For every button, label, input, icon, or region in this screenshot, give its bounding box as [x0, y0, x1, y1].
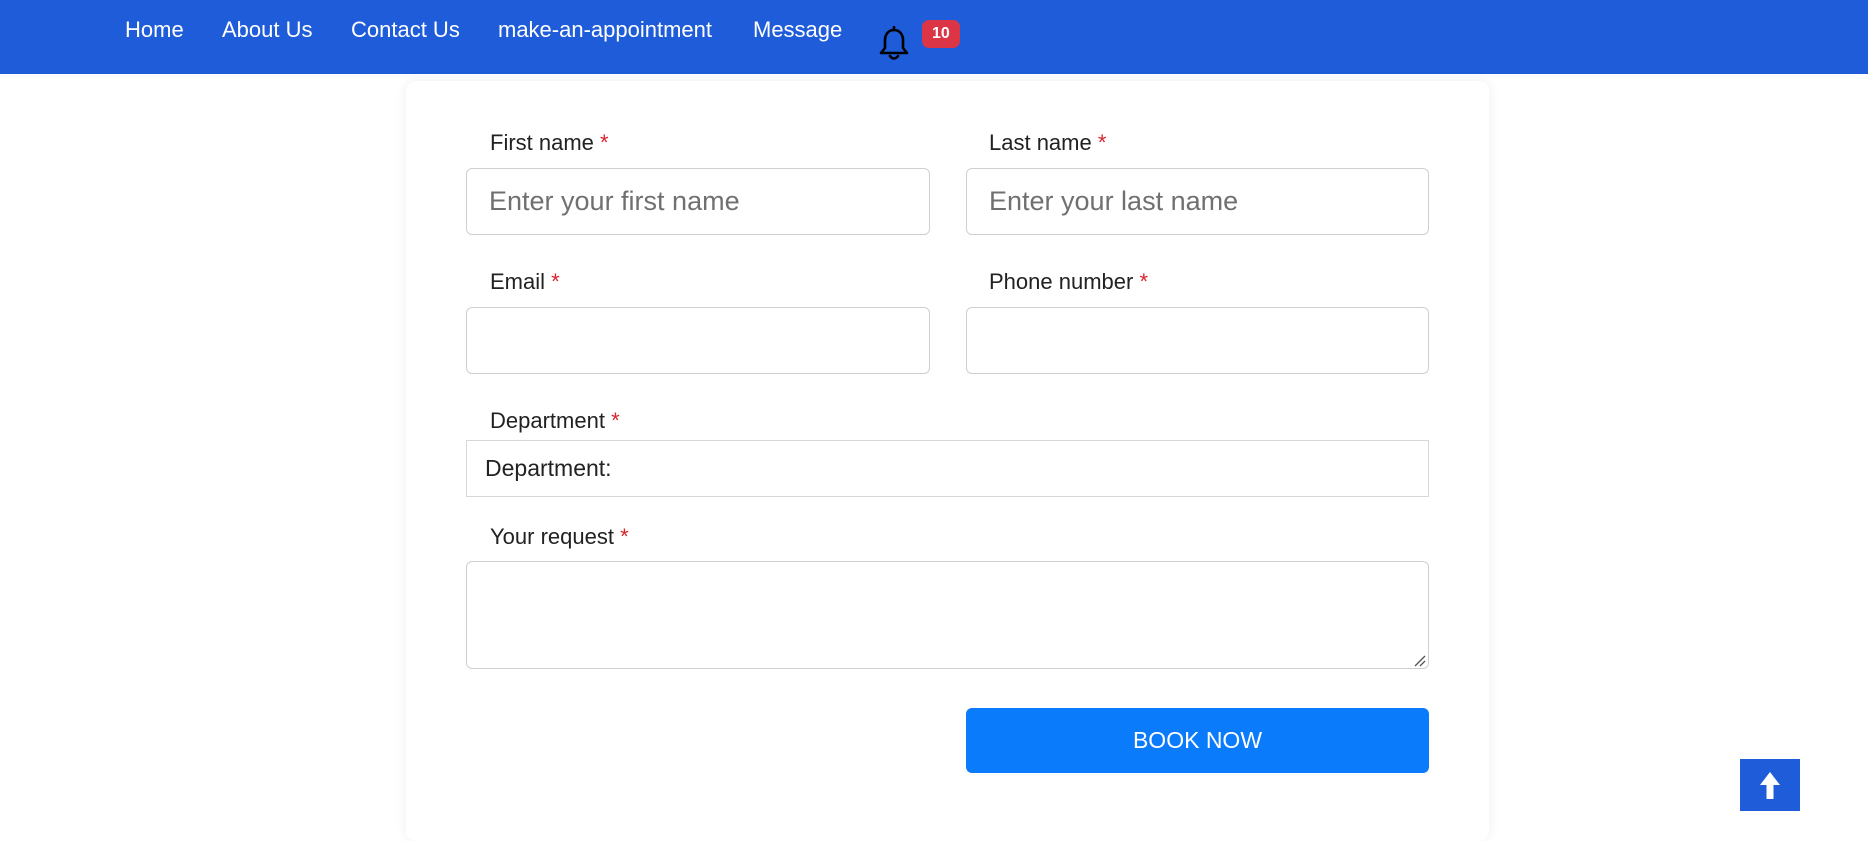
bell-icon[interactable]: [878, 25, 910, 62]
department-select[interactable]: Department:: [466, 440, 1429, 497]
resize-handle-icon[interactable]: [1412, 653, 1426, 667]
required-mark: *: [611, 408, 620, 433]
email-input[interactable]: [466, 307, 930, 374]
required-mark: *: [1097, 130, 1107, 155]
email-label-text: Email: [490, 269, 546, 294]
request-label: Your request *: [490, 524, 629, 550]
nav-link-about-us[interactable]: About Us: [222, 17, 313, 43]
book-now-button[interactable]: BOOK NOW: [966, 708, 1429, 773]
notification-badge: 10: [922, 20, 960, 48]
department-label-text: Department: [490, 408, 605, 433]
first-name-input[interactable]: [466, 168, 930, 235]
phone-number-label-text: Phone number: [989, 269, 1134, 294]
phone-number-input[interactable]: [966, 307, 1429, 374]
first-name-label-text: First name: [490, 130, 594, 155]
last-name-input[interactable]: [966, 168, 1429, 235]
required-mark: *: [620, 524, 629, 549]
required-mark: *: [551, 269, 560, 294]
required-mark: *: [1139, 269, 1149, 294]
appointment-form-card: First name * Last name * Email * Phone n…: [406, 81, 1489, 841]
nav-link-message[interactable]: Message: [753, 17, 842, 43]
request-label-text: Your request: [490, 524, 614, 549]
scroll-to-top-button[interactable]: [1740, 759, 1800, 811]
arrow-up-icon: [1760, 772, 1780, 799]
last-name-label: Last name *: [989, 130, 1106, 156]
department-label: Department *: [490, 408, 620, 434]
first-name-label: First name *: [490, 130, 609, 156]
nav-link-make-an-appointment[interactable]: make-an-appointment: [498, 17, 712, 43]
nav-link-home[interactable]: Home: [125, 17, 184, 43]
last-name-label-text: Last name: [989, 130, 1092, 155]
department-selected-value: Department:: [485, 455, 612, 481]
nav-link-contact-us[interactable]: Contact Us: [351, 17, 460, 43]
top-navbar: Home About Us Contact Us make-an-appoint…: [0, 0, 1868, 74]
request-textarea[interactable]: [466, 561, 1429, 669]
phone-number-label: Phone number *: [989, 269, 1148, 295]
required-mark: *: [600, 130, 609, 155]
email-label: Email *: [490, 269, 560, 295]
